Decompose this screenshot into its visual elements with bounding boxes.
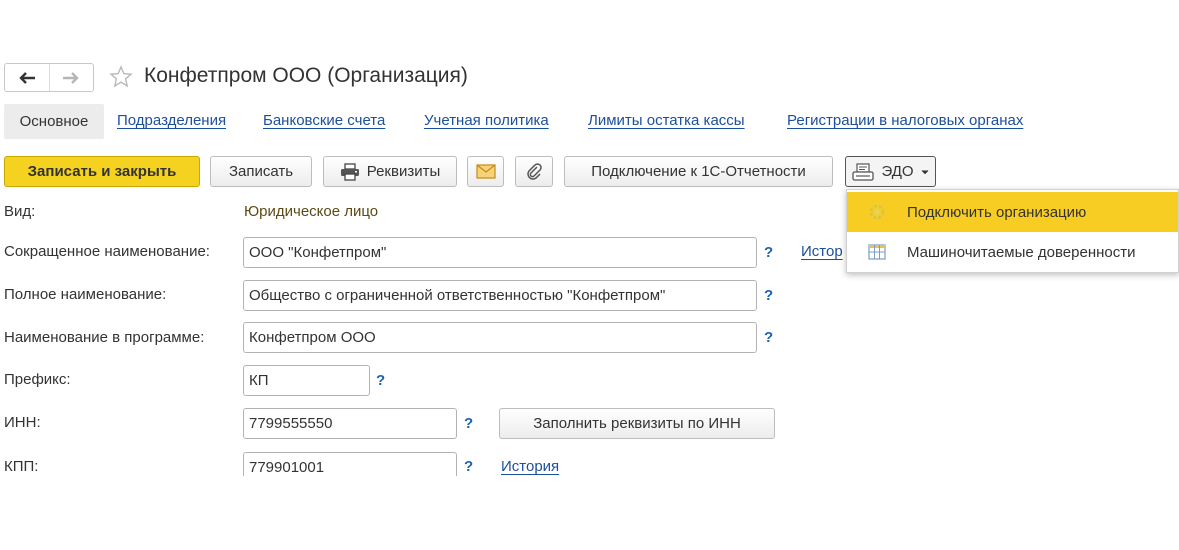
inn-help[interactable]: ? [464,415,473,432]
full-name-input[interactable]: Общество с ограниченной ответственностью… [243,280,757,311]
save-and-close-button[interactable]: Записать и закрыть [4,156,200,187]
fill-by-inn-button[interactable]: Заполнить реквизиты по ИНН [499,408,775,439]
paperclip-icon [527,162,542,180]
tab-accounting-policy[interactable]: Учетная политика [424,112,549,129]
menu-item-connect-organization[interactable]: Подключить организацию [847,192,1178,232]
edo-label: ЭДО [881,163,914,180]
requisites-label: Реквизиты [366,163,441,180]
edo-menu-button[interactable]: ЭДО [845,156,936,187]
menu-item-label: Подключить организацию [907,203,1087,221]
arrow-right-icon [63,71,79,84]
table-grid-icon [847,244,907,260]
kpp-help[interactable]: ? [464,458,473,475]
back-button[interactable] [5,64,49,91]
edo-document-icon [852,162,875,181]
history-nav [4,63,94,92]
menu-item-machine-readable-poa[interactable]: Машиночитаемые доверенности [847,232,1178,272]
edo-dropdown-menu: Подключить организацию Машиночитаемые до… [846,189,1179,273]
tab-tax-registrations[interactable]: Регистрации в налоговых органах [787,112,1023,129]
email-button[interactable] [467,156,504,187]
full-name-help[interactable]: ? [764,287,773,304]
envelope-icon [475,164,496,179]
favorite-star-icon[interactable] [109,65,133,89]
tab-subdivisions[interactable]: Подразделения [117,112,226,129]
program-name-input[interactable]: Конфетпром ООО [243,322,757,353]
forward-button[interactable] [48,64,94,91]
vid-value[interactable]: Юридическое лицо [244,203,378,220]
short-name-help[interactable]: ? [764,244,773,261]
full-name-label: Полное наименование: [4,286,167,303]
prefix-help[interactable]: ? [376,372,385,389]
program-name-label: Наименование в программе: [4,329,205,346]
tab-bank-accounts[interactable]: Банковские счета [263,112,385,129]
kpp-label: КПП: [4,458,39,475]
content-clip [0,476,1179,550]
dropdown-arrow-icon [921,169,928,174]
save-button[interactable]: Записать [210,156,312,187]
prefix-input[interactable]: КП [243,365,370,396]
vid-label: Вид: [4,203,36,220]
menu-item-label: Машиночитаемые доверенности [907,243,1136,261]
short-name-input[interactable]: ООО "Конфетпром" [243,237,757,268]
inn-label: ИНН: [4,414,41,431]
short-name-label: Сокращенное наименование: [4,243,210,260]
short-name-history-link[interactable]: Истор [801,243,843,260]
arrow-left-icon [19,71,35,84]
attachments-button[interactable] [515,156,553,187]
program-name-help[interactable]: ? [764,329,773,346]
page-title: Конфетпром ООО (Организация) [144,64,468,87]
requisites-button[interactable]: Реквизиты [323,156,457,187]
kpp-history-link[interactable]: История [501,458,559,475]
prefix-label: Префикс: [4,371,71,388]
inn-input[interactable]: 7799555550 [243,408,457,439]
printer-icon [340,162,359,181]
tab-cash-limits[interactable]: Лимиты остатка кассы [588,112,745,129]
tab-main[interactable]: Основное [4,104,104,139]
connect-icon [847,202,907,222]
connect-reporting-button[interactable]: Подключение к 1С-Отчетности [564,156,833,187]
